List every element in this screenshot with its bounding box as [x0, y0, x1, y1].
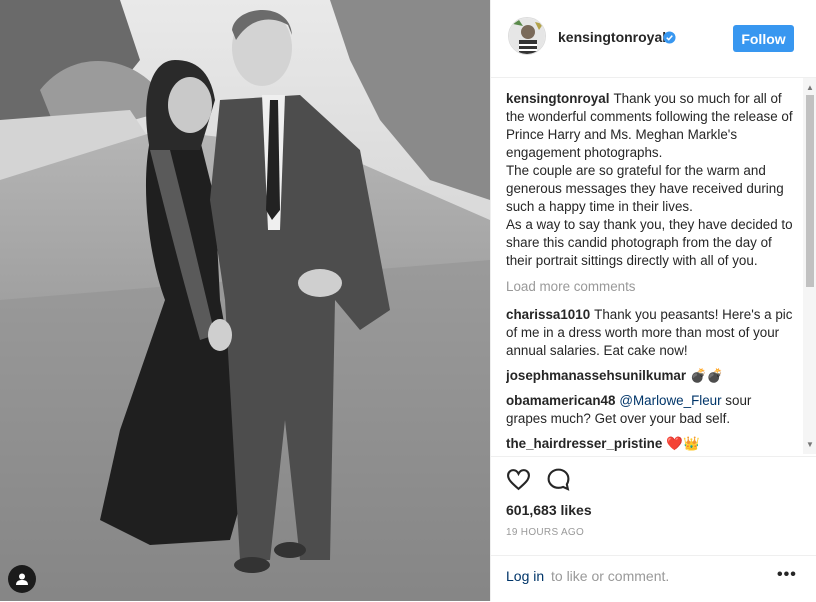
list-item: obamamerican48 @Marlowe_Fleur sour grapes…	[506, 392, 794, 428]
login-prompt-text: to like or comment.	[551, 568, 670, 584]
comments-list: kensingtonroyal Thank you so much for all…	[506, 90, 794, 454]
load-more-comments-button[interactable]: Load more comments	[506, 278, 794, 296]
comment-username[interactable]: obamamerican48	[506, 393, 615, 408]
post-side-panel: kensingtonroyal Follow kensingtonroyal Th…	[490, 0, 816, 601]
post-timestamp: 19 HOURS AGO	[506, 527, 585, 538]
header-username[interactable]: kensingtonroyal	[558, 29, 666, 45]
verified-badge-icon	[663, 31, 676, 44]
caption: kensingtonroyal Thank you so much for all…	[506, 90, 794, 270]
list-item: charissa1010 Thank you peasants! Here's a…	[506, 306, 794, 360]
more-options-icon[interactable]: •••	[777, 566, 797, 584]
list-item: the_hairdresser_pristine ❤️👑	[506, 435, 794, 453]
tagged-people-button[interactable]	[8, 565, 36, 593]
comment-text: 💣💣	[690, 368, 724, 383]
person-tag-icon	[16, 573, 28, 585]
post-header: kensingtonroyal Follow	[491, 0, 816, 78]
list-item: josephmanassehsunilkumar 💣💣	[506, 367, 794, 385]
comment-username[interactable]: josephmanassehsunilkumar	[506, 368, 686, 383]
post-photo	[0, 0, 490, 601]
caption-username[interactable]: kensingtonroyal	[506, 91, 609, 106]
avatar[interactable]	[508, 17, 546, 55]
scrollbar-thumb[interactable]	[806, 95, 814, 287]
login-prompt: Log in to like or comment. •••	[491, 555, 816, 602]
comment-text: ❤️👑	[666, 436, 700, 451]
scroll-down-icon[interactable]: ▼	[806, 440, 814, 449]
login-link[interactable]: Log in	[506, 568, 544, 584]
photo-illustration	[0, 0, 490, 601]
comment-username[interactable]: the_hairdresser_pristine	[506, 436, 662, 451]
post-actions: 601,683 likes 19 HOURS AGO Log in to lik…	[491, 456, 816, 601]
caption-text: Thank you so much for all of the wonderf…	[506, 91, 793, 268]
likes-count[interactable]: 601,683 likes	[506, 502, 592, 518]
comment-username[interactable]: charissa1010	[506, 307, 590, 322]
scroll-up-icon[interactable]: ▲	[806, 83, 814, 92]
comment-icon[interactable]	[546, 467, 571, 492]
comments-scrollbar[interactable]: ▲ ▼	[803, 78, 816, 454]
heart-icon[interactable]	[506, 467, 531, 492]
follow-button[interactable]: Follow	[733, 25, 794, 52]
comment-mention[interactable]: @Marlowe_Fleur	[619, 393, 721, 408]
